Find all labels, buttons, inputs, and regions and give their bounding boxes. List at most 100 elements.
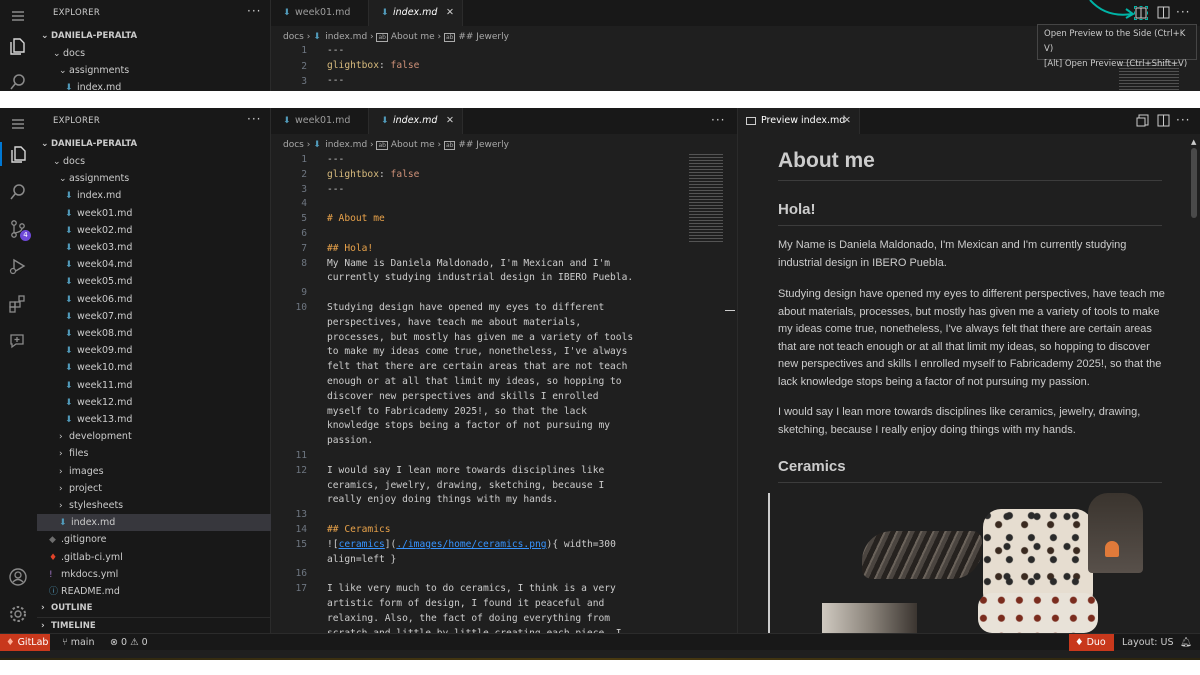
code-line[interactable]: to make my ideas come true, nonetheless,… [327,345,627,360]
tab-preview[interactable]: Preview index.md ✕ [738,108,860,134]
more-actions-icon[interactable]: ··· [1176,113,1190,127]
tree-item[interactable]: › project [37,480,271,497]
code-line[interactable]: ## Hola! [327,242,373,257]
code-line[interactable]: --- [327,44,344,59]
extensions-icon[interactable] [8,294,28,314]
tree-item[interactable]: ⬇ week01.md [37,205,271,222]
timeline-section[interactable]: › TIMELINE [37,617,271,634]
close-icon[interactable]: ✕ [446,0,454,26]
menu-icon[interactable] [8,6,28,26]
tree-item[interactable]: ♦ .gitlab-ci.yml [37,549,271,566]
tree-item[interactable]: › development [37,428,271,445]
tree-folder-docs[interactable]: ⌄ docs [37,45,271,62]
image-path[interactable]: ./images/home/ceramics.png [396,539,546,550]
code-line[interactable]: ceramics, jewelry, drawing, sketching, b… [327,479,604,494]
close-icon[interactable]: ✕ [843,108,851,134]
chat-icon[interactable] [8,331,28,351]
tab-index[interactable]: ⬇ index.md ✕ [369,0,463,26]
code-line[interactable]: # About me [327,212,385,227]
code-line[interactable]: align=left } [327,553,396,568]
tree-item[interactable]: ⬇ week02.md [37,222,271,239]
tree-item[interactable]: ⬇ week09.md [37,342,271,359]
tree-item[interactable]: ! mkdocs.yml [37,566,271,583]
tree-item[interactable]: ⬇ week08.md [37,325,271,342]
code-line[interactable]: artistic form of design, I found it peac… [327,597,604,612]
code-line[interactable]: really enjoy doing things with my hands. [327,493,558,508]
code-line[interactable]: glightbox: false [327,59,419,74]
tree-item[interactable]: ⓘ README.md [37,583,271,600]
tree-item[interactable]: › images [37,463,271,480]
split-editor-icon[interactable] [1157,6,1171,23]
code-line[interactable]: currently studying industrial design in … [327,271,633,286]
explorer-icon[interactable] [8,144,28,164]
code-line[interactable]: passion. [327,434,373,449]
breadcrumb-item[interactable]: docs [283,32,304,42]
tab-index[interactable]: ⬇ index.md ✕ [369,108,463,134]
tree-item[interactable]: ⬇ week12.md [37,394,271,411]
tree-item[interactable]: ⬇ index.md [37,187,271,204]
tree-item[interactable]: › files [37,445,271,462]
tree-item[interactable]: ⬇ week11.md [37,377,271,394]
more-actions-icon[interactable]: ··· [247,4,261,18]
code-line[interactable]: knowledge stops being a factor of not pu… [327,419,610,434]
run-debug-icon[interactable] [8,256,28,276]
search-icon[interactable] [8,72,28,91]
more-actions-icon[interactable]: ··· [1176,5,1190,19]
minimap[interactable] [689,154,723,244]
code-line[interactable]: relaxing. Also, the fact of doing everyt… [327,612,610,627]
tree-item[interactable]: ⬇ week05.md [37,273,271,290]
tree-item[interactable]: ⬇ week04.md [37,256,271,273]
open-source-icon[interactable] [1136,114,1150,131]
close-icon[interactable]: ✕ [446,108,454,134]
layout-status[interactable]: Layout: US [1122,634,1174,651]
tree-item[interactable]: ⌄ assignments [37,170,271,187]
code-line[interactable]: myself to Fabricademy 2025!, so that the… [327,405,587,420]
explorer-icon[interactable] [8,36,28,56]
breadcrumb-item[interactable]: About me [391,140,435,150]
code-line[interactable]: perspectives, have teach me about materi… [327,316,581,331]
tree-item[interactable]: ◆ .gitignore [37,531,271,548]
code-line[interactable]: ![ceramics](./images/home/ceramics.png){… [327,538,616,553]
breadcrumb-item[interactable]: ## Jewerly [458,140,509,150]
code-line[interactable]: I like very much to do ceramics, I think… [327,582,616,597]
preview-scrollbar[interactable] [1191,148,1197,218]
gear-icon[interactable] [8,604,28,624]
search-icon[interactable] [8,182,28,202]
code-line[interactable]: ## Ceramics [327,523,391,538]
tree-item[interactable]: ⬇ week06.md [37,291,271,308]
open-preview-side-icon[interactable] [1134,6,1148,20]
more-actions-icon[interactable]: ··· [711,113,725,127]
more-actions-icon[interactable]: ··· [247,112,261,126]
workspace-root[interactable]: ⌄ DANIELA-PERALTA [37,136,271,153]
tab-week01[interactable]: ⬇ week01.md [271,0,369,26]
code-line[interactable]: glightbox: false [327,168,419,183]
gitlab-status[interactable]: ♦ GitLab [0,634,50,651]
tab-week01[interactable]: ⬇ week01.md [271,108,369,134]
code-line[interactable]: I would say I lean more towards discipli… [327,464,604,479]
problems-status[interactable]: ⊗ 0 ⚠ 0 [110,634,148,651]
code-line[interactable]: felt that there are certain areas that a… [327,360,627,375]
code-line[interactable]: discover new perspectives and skills I e… [327,390,598,405]
code-line[interactable]: My Name is Daniela Maldonado, I'm Mexica… [327,257,610,272]
tree-item[interactable]: › stylesheets [37,497,271,514]
source-control-icon[interactable]: 4 [8,219,31,241]
code-line[interactable]: enough or at all that limit my ideas, so… [327,375,622,390]
tree-item[interactable]: ⬇ index.md [37,514,271,532]
code-line[interactable]: --- [327,74,344,89]
duo-status[interactable]: ♦ Duo [1069,634,1114,651]
account-icon[interactable] [8,567,28,587]
tree-item[interactable]: ⌄ docs [37,153,271,170]
notifications-icon[interactable]: 🔔︎ [1180,634,1192,651]
code-line[interactable]: --- [327,183,344,198]
tree-folder-assignments[interactable]: ⌄ assignments [37,62,271,79]
breadcrumb-item[interactable]: ## Jewerly [458,32,509,42]
tree-item[interactable]: ⬇ week13.md [37,411,271,428]
workspace-root[interactable]: ⌄ DANIELA-PERALTA [37,28,271,45]
menu-icon[interactable] [8,114,28,134]
scroll-up-icon[interactable]: ▲ [1191,138,1196,146]
breadcrumb-item[interactable]: index.md [325,32,367,42]
outline-section[interactable]: › OUTLINE [37,600,271,617]
tree-item[interactable]: ⬇ week07.md [37,308,271,325]
tree-item[interactable]: ⬇ week03.md [37,239,271,256]
tree-item[interactable]: ⬇ week10.md [37,359,271,376]
